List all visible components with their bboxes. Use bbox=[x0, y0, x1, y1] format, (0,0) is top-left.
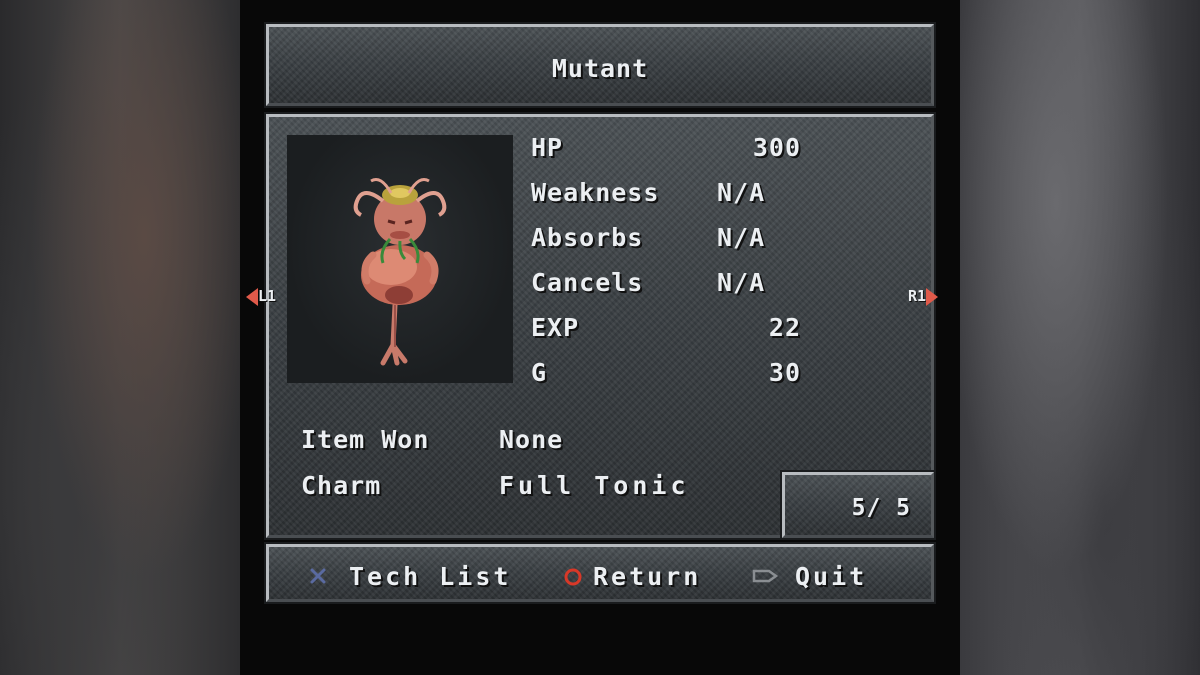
item-won-value: None bbox=[499, 425, 564, 454]
quit-button[interactable]: Quit bbox=[795, 562, 867, 591]
right-arrow-icon bbox=[926, 287, 939, 306]
bestiary-screen: Mutant HP 300 Weakness N/A Absorbs N/A C… bbox=[240, 0, 960, 675]
title-panel: Mutant bbox=[264, 22, 936, 108]
stat-value-absorbs: N/A bbox=[717, 223, 766, 252]
stat-value-hp: 300 bbox=[752, 133, 801, 162]
return-button[interactable]: Return bbox=[593, 562, 701, 591]
stat-label-weakness: Weakness bbox=[531, 178, 660, 207]
enemy-portrait bbox=[287, 135, 513, 383]
item-won-label: Item Won bbox=[301, 425, 430, 454]
page-count: 5/ 5 bbox=[851, 495, 911, 521]
prev-label: L1 bbox=[258, 287, 277, 305]
page-count-panel: 5/ 5 bbox=[780, 470, 936, 540]
left-blur-border bbox=[0, 0, 240, 675]
stat-value-cancels: N/A bbox=[717, 268, 766, 297]
stat-label-cancels: Cancels bbox=[531, 268, 644, 297]
charm-value: Full Tonic bbox=[499, 471, 690, 500]
mutant-sprite-icon bbox=[353, 178, 447, 366]
charm-label: Charm bbox=[301, 471, 382, 500]
stat-label-exp: EXP bbox=[531, 313, 580, 342]
game-window: Mutant HP 300 Weakness N/A Absorbs N/A C… bbox=[0, 0, 1200, 675]
stat-label-hp: HP bbox=[531, 133, 564, 162]
next-label: R1 bbox=[908, 287, 927, 305]
cross-button-icon bbox=[310, 568, 326, 584]
select-button-icon bbox=[752, 569, 779, 583]
prev-enemy-button[interactable]: L1 bbox=[246, 287, 276, 306]
left-arrow-icon bbox=[246, 287, 258, 306]
right-blur-border bbox=[960, 0, 1200, 675]
tech-list-button[interactable]: Tech List bbox=[349, 562, 511, 591]
stat-value-exp: 22 bbox=[768, 313, 801, 342]
stat-value-g: 30 bbox=[768, 358, 801, 387]
enemy-name: Mutant bbox=[551, 54, 649, 83]
stat-value-weakness: N/A bbox=[717, 178, 766, 207]
controls-panel: Tech List Return Quit bbox=[264, 542, 936, 604]
stat-label-g: G bbox=[531, 358, 548, 387]
next-enemy-button[interactable]: R1 bbox=[908, 287, 939, 306]
stat-label-absorbs: Absorbs bbox=[531, 223, 644, 252]
circle-button-icon bbox=[564, 568, 582, 586]
